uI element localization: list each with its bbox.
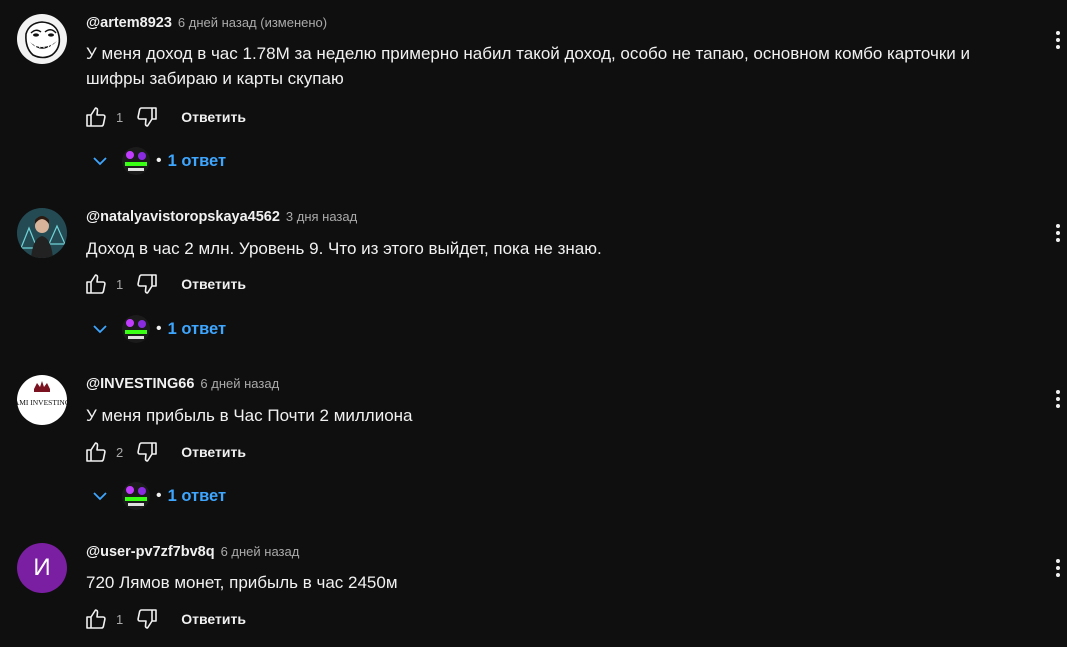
action-menu-button[interactable] [1046,556,1067,580]
reply-button[interactable]: Ответить [181,109,246,125]
comment-actions: 1 Ответить [84,105,246,129]
replies-count[interactable]: 1 ответ [168,487,226,506]
comment-text: Доход в час 2 млн. Уровень 9. Что из это… [86,239,602,258]
chevron-down-icon [93,492,107,501]
thumbs-up-icon [86,609,106,629]
comment-author[interactable]: @natalyavistoropskaya4562 [86,209,280,225]
dislike-button[interactable] [135,607,159,631]
like-button[interactable] [84,607,108,631]
thumbs-up-icon [86,442,106,462]
comment-header: @user-pv7zf7bv8q 6 дней назад [86,543,299,561]
like-count: 1 [116,109,124,125]
comment-time[interactable]: 6 дней назад [221,544,300,559]
comment-author[interactable]: @user-pv7zf7bv8q [86,544,215,560]
comment-actions: 1 Ответить [84,272,246,296]
reply-button[interactable]: Ответить [181,276,246,292]
reply-button[interactable]: Ответить [181,444,246,460]
dislike-button[interactable] [135,440,159,464]
separator-dot: • [156,152,162,169]
like-button[interactable] [84,440,108,464]
more-vert-icon [1056,390,1060,408]
reply-avatar [122,147,150,175]
avatar[interactable]: И [17,543,67,593]
action-menu-button[interactable] [1046,387,1067,411]
comment-header: @natalyavistoropskaya4562 3 дня назад [86,208,357,226]
reply-avatar [122,315,150,343]
comment-author[interactable]: @artem8923 [86,15,172,31]
comment-text: У меня прибыль в Час Почти 2 миллиона [86,406,413,425]
replies-count[interactable]: 1 ответ [168,152,226,171]
thumbs-up-icon [86,274,106,294]
comment-actions: 2 Ответить [84,440,246,464]
view-replies-button[interactable]: • 1 ответ [90,315,226,343]
thumbs-down-icon [137,442,158,462]
more-vert-icon [1056,559,1060,577]
avatar-letter: И [33,554,51,581]
comment-header: @INVESTING66 6 дней назад [86,375,279,393]
like-count: 2 [116,444,124,460]
more-vert-icon [1056,224,1060,242]
dislike-button[interactable] [135,272,159,296]
action-menu-button[interactable] [1046,28,1067,52]
separator-dot: • [156,487,162,504]
like-count: 1 [116,276,124,292]
thumbs-down-icon [137,107,158,127]
comment-time[interactable]: 3 дня назад [286,209,357,224]
view-replies-button[interactable]: • 1 ответ [90,482,226,510]
comment-actions: 1 Ответить [84,607,246,631]
reply-button[interactable]: Ответить [181,611,246,627]
comment-text: У меня доход в час 1.78M за неделю приме… [86,44,971,88]
like-button[interactable] [84,105,108,129]
replies-count[interactable]: 1 ответ [168,320,226,339]
comment-time[interactable]: 6 дней назад [200,376,279,391]
comment-time[interactable]: 6 дней назад (изменено) [178,15,327,30]
view-replies-button[interactable]: • 1 ответ [90,147,226,175]
like-count: 1 [116,611,124,627]
action-menu-button[interactable] [1046,221,1067,245]
chevron-down-icon [93,325,107,334]
comment-author[interactable]: @INVESTING66 [86,376,194,392]
more-vert-icon [1056,31,1060,49]
avatar[interactable] [17,208,67,258]
thumbs-up-icon [86,107,106,127]
thumbs-down-icon [137,274,158,294]
separator-dot: • [156,320,162,337]
comment-text: 720 Лямов монет, прибыль в час 2450м [86,573,398,592]
like-button[interactable] [84,272,108,296]
chevron-down-icon [93,157,107,166]
avatar-logo-text: AMI INVESTING [17,398,67,407]
comment-header: @artem8923 6 дней назад (изменено) [86,14,327,32]
dislike-button[interactable] [135,105,159,129]
thumbs-down-icon [137,609,158,629]
avatar[interactable]: AMI INVESTING [17,375,67,425]
avatar[interactable] [17,14,67,64]
reply-avatar [122,482,150,510]
